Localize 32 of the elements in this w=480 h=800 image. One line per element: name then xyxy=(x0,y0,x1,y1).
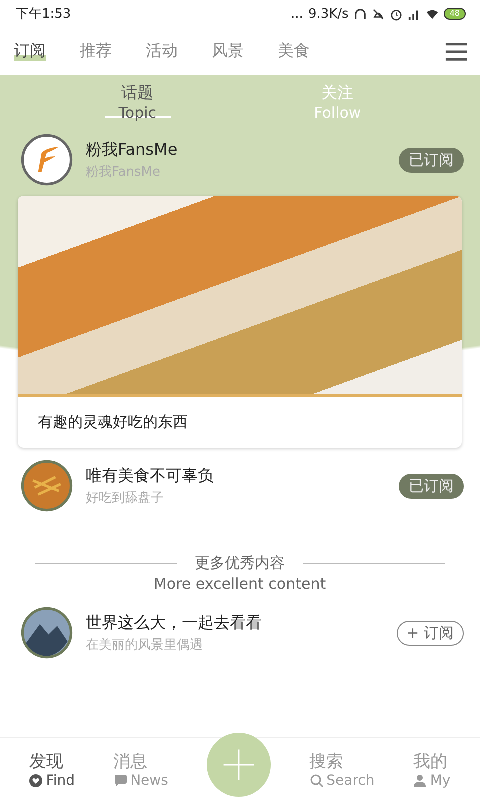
subscribe-button[interactable]: 已订阅 xyxy=(399,148,464,172)
channel-name: 世界这么大，一起去看看 xyxy=(86,612,263,634)
nav-tab[interactable]: 我的 My xyxy=(413,750,451,788)
nav-tab[interactable]: 搜索 Search xyxy=(310,750,375,788)
section-tab[interactable]: 话题 Topic xyxy=(104,83,171,122)
channel-subtitle: 在美丽的风景里偶遇 xyxy=(86,636,204,654)
chat-icon xyxy=(114,774,128,788)
section-subtitle: More excellent content xyxy=(154,575,326,593)
network-speed: 9.3K/s xyxy=(308,6,349,22)
subscribe-button[interactable]: + 订阅 xyxy=(396,620,464,646)
alarm-icon xyxy=(390,8,403,20)
section-title: 更多优秀内容 xyxy=(195,554,285,573)
status-time: 下午1:53 xyxy=(16,6,72,23)
nav-tab[interactable]: 消息 News xyxy=(114,750,168,788)
search-icon xyxy=(310,774,324,788)
category-tab[interactable]: 活动 xyxy=(146,37,178,66)
channel-name: 粉我FansMe xyxy=(86,140,179,160)
battery-indicator: 48 xyxy=(444,8,466,20)
person-icon xyxy=(413,774,428,788)
channel-subtitle: 好吃到舔盘子 xyxy=(86,490,165,506)
menu-icon[interactable] xyxy=(445,42,468,62)
status-dots: ... xyxy=(291,6,304,22)
category-tab[interactable]: 美食 xyxy=(278,37,310,66)
post-caption: 有趣的灵魂好吃的东西 xyxy=(37,412,189,433)
post-card[interactable]: 有趣的灵魂好吃的东西 xyxy=(18,196,462,448)
category-tab[interactable]: 推荐 xyxy=(80,37,112,66)
nav-tab[interactable]: 发现 Find xyxy=(29,750,75,788)
subscribe-button[interactable]: 已订阅 xyxy=(399,474,464,498)
category-tab[interactable]: 风景 xyxy=(212,37,244,66)
wifi-icon xyxy=(426,8,439,20)
headset-icon xyxy=(354,8,367,20)
channel-name: 唯有美食不可辜负 xyxy=(86,466,215,486)
